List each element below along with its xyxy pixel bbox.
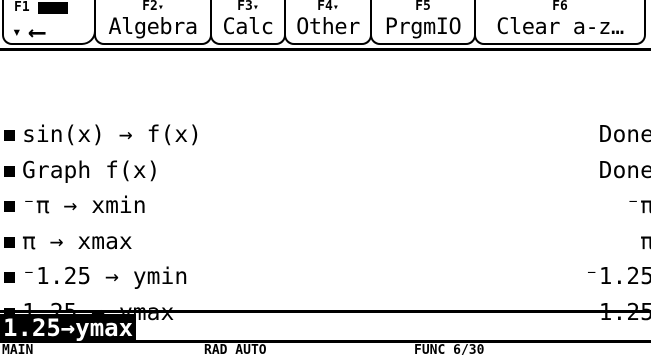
history-row[interactable]: ⁻1.25 → ymin ⁻1.25 (0, 260, 651, 296)
bullet-icon (4, 272, 15, 283)
tab-label-prgmio: PrgmIO (384, 15, 462, 40)
bullet-icon (4, 236, 15, 248)
tab-algebra[interactable]: F2▾ Algebra (94, 0, 212, 45)
tab-prgmio[interactable]: F5 PrgmIO (370, 0, 476, 45)
f4-key-label: F4 (317, 0, 333, 14)
dropdown-arrow-icon: ▾ (157, 2, 164, 13)
status-mode: MAIN (2, 343, 34, 358)
history-result: Done (598, 122, 651, 148)
bullet-icon (4, 201, 15, 212)
f3-key-label: F3 (237, 0, 253, 14)
toolbar: F1 ▾ ⟵ F2▾ Algebra F3▾ Calc F4▾ Other F5… (0, 0, 651, 51)
history-result: ⁻π (626, 193, 651, 219)
status-angle-mode: RAD AUTO (204, 343, 267, 358)
tab-other[interactable]: F4▾ Other (284, 0, 372, 45)
entry-line[interactable]: 1.25→ymax (0, 310, 651, 343)
history-row[interactable]: ⁻π → xmin ⁻π (0, 189, 651, 225)
history-result: π (640, 228, 651, 255)
status-graph-info: FUNC 6/30 (414, 343, 485, 358)
history-expression: π → xmax (22, 228, 133, 255)
history-expression: ⁻1.25 → ymin (22, 264, 189, 290)
history-expression: ⁻π → xmin (22, 193, 147, 219)
dropdown-arrow-icon: ▾ (252, 2, 259, 13)
dropdown-arrow-icon: ▾ (332, 2, 339, 13)
tab-label-algebra: Algebra (108, 15, 198, 40)
history-area: sin(x) → f(x) Done Graph f(x) Done ⁻π → … (0, 118, 651, 331)
f6-key-label: F6 (552, 0, 568, 14)
history-row[interactable]: Graph f(x) Done (0, 154, 651, 190)
status-bar: MAIN RAD AUTO FUNC 6/30 (0, 343, 651, 358)
tab-calc[interactable]: F3▾ Calc (210, 0, 286, 45)
history-result: Done (598, 157, 651, 184)
history-row[interactable]: π → xmax π (0, 225, 651, 261)
entry-line-selected-text[interactable]: 1.25→ymax (0, 314, 137, 343)
history-row[interactable]: sin(x) → f(x) Done (0, 118, 651, 154)
history-expression: sin(x) → f(x) (22, 122, 203, 148)
f5-key-label: F5 (415, 0, 431, 14)
tab-clear-a-z[interactable]: F6 Clear a-z… (474, 0, 646, 45)
history-expression: Graph f(x) (22, 157, 161, 184)
tab-label-other: Other (296, 15, 360, 40)
tab-label-clear-a-z: Clear a-z… (496, 15, 624, 40)
tab-label-calc: Calc (222, 15, 274, 40)
f1-key-label: F1 (14, 0, 30, 15)
tab-f1-tools[interactable]: F1 ▾ ⟵ (2, 0, 96, 46)
f2-key-label: F2 (142, 0, 158, 14)
history-result: ⁻1.25 (584, 264, 651, 290)
bullet-icon (4, 130, 15, 141)
tools-icon: F1 ▾ ⟵ (8, 0, 104, 46)
bullet-icon (4, 165, 15, 177)
